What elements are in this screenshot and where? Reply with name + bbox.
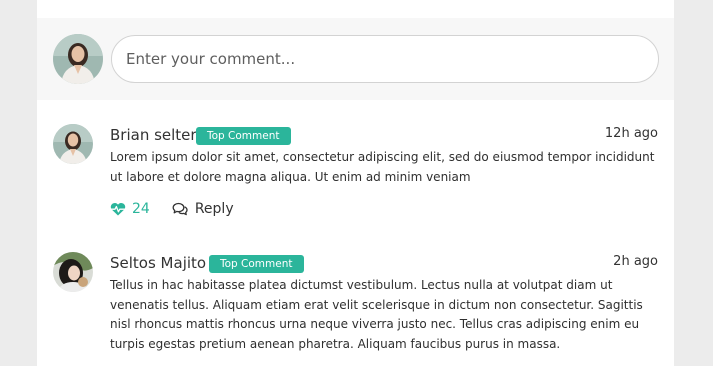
- comment-item: Seltos Majito Top Comment 2h ago Tellus …: [37, 252, 674, 366]
- top-comment-badge: Top Comment: [196, 127, 291, 145]
- comment-header: Seltos Majito Top Comment 2h ago: [110, 254, 658, 274]
- current-user-avatar: [53, 34, 103, 84]
- comment-actions: 24 Reply: [110, 199, 234, 219]
- comment-author-avatar[interactable]: [53, 252, 93, 292]
- comment-composer: [37, 18, 674, 100]
- comment-timestamp: 2h ago: [613, 254, 658, 269]
- comment-timestamp: 12h ago: [604, 126, 658, 141]
- comment-author-name[interactable]: Seltos Majito: [110, 254, 206, 272]
- top-comment-badge: Top Comment: [209, 255, 304, 273]
- comment-text: Lorem ipsum dolor sit amet, consectetur …: [110, 150, 655, 184]
- comments-icon: [172, 202, 188, 216]
- comment-header: Brian selter Top Comment 12h ago: [110, 126, 658, 146]
- like-count: 24: [132, 201, 150, 217]
- reply-label: Reply: [194, 201, 234, 217]
- comment-text: Tellus in hac habitasse platea dictumst …: [110, 278, 643, 351]
- comment-author-name[interactable]: Brian selter: [110, 126, 197, 144]
- reply-button[interactable]: Reply: [172, 201, 234, 217]
- heart-pulse-icon: [110, 203, 126, 216]
- comment-item: Brian selter Top Comment 12h ago Lorem i…: [37, 124, 674, 234]
- like-button[interactable]: 24: [110, 201, 150, 217]
- comment-author-avatar[interactable]: [53, 124, 93, 164]
- comment-input[interactable]: [111, 35, 659, 83]
- comments-panel: Brian selter Top Comment 12h ago Lorem i…: [37, 0, 674, 366]
